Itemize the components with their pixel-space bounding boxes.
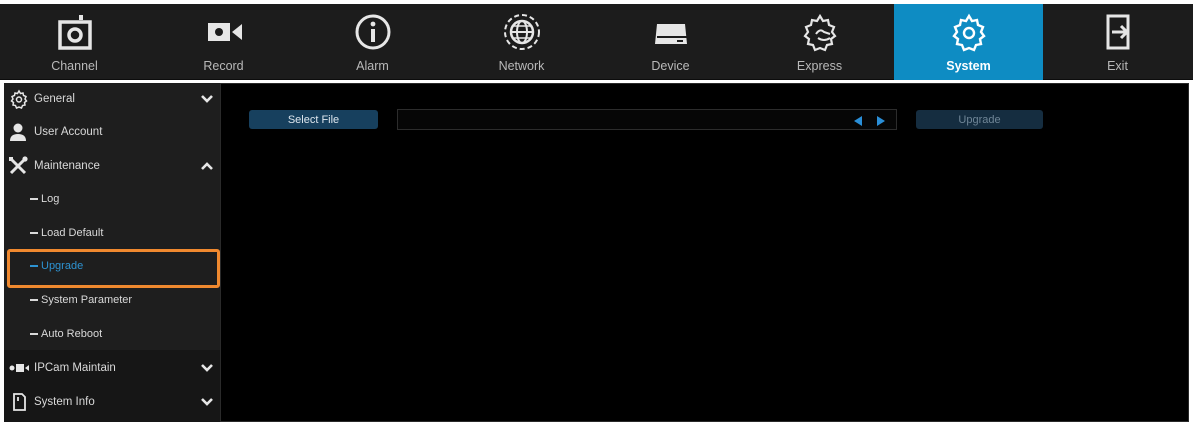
nav-alarm-label: Alarm (356, 59, 389, 73)
gear-hand-icon (796, 10, 844, 54)
sidebar-item-label: Maintenance (34, 160, 100, 172)
info-alarm-icon (349, 10, 397, 54)
sidebar-subitem-label: Upgrade (41, 260, 84, 272)
sidebar-item-maintenance[interactable]: Maintenance (4, 150, 220, 182)
dash-icon (30, 232, 38, 234)
gear-icon (945, 10, 993, 54)
document-icon (8, 392, 30, 412)
main-panel: Select File Upgrade (220, 83, 1189, 422)
gear-icon (8, 89, 30, 109)
chevron-up-icon (200, 159, 214, 173)
upgrade-button[interactable]: Upgrade (916, 110, 1043, 129)
nav-device-label: Device (651, 59, 690, 73)
hard-drive-icon (647, 10, 695, 54)
top-navigation: Channel Record Alarm Network Device Expr… (0, 4, 1193, 80)
sidebar-item-label: General (34, 93, 75, 105)
file-path-field[interactable] (397, 109, 897, 130)
sidebar-item-label: System Info (34, 396, 95, 408)
sidebar-subitem-log[interactable]: Log (4, 183, 220, 215)
sidebar-item-ipcam-maintain[interactable]: IPCam Maintain (4, 352, 220, 384)
user-icon (8, 122, 30, 142)
sidebar-subitem-label: Load Default (41, 227, 104, 239)
chevron-down-icon (200, 361, 214, 375)
sidebar-subitem-label: System Parameter (41, 294, 133, 306)
sidebar-subitem-system-parameter[interactable]: System Parameter (4, 284, 220, 316)
arrow-right-icon[interactable] (875, 114, 887, 126)
nav-express[interactable]: Express (745, 4, 894, 80)
camera-icon (51, 10, 99, 54)
sidebar-item-label: IPCam Maintain (34, 362, 116, 374)
sidebar-subitem-label: Auto Reboot (41, 328, 103, 340)
nav-channel[interactable]: Channel (0, 4, 149, 80)
sidebar-item-user-account[interactable]: User Account (4, 116, 220, 148)
tools-icon (8, 156, 30, 176)
sidebar-subitem-load-default[interactable]: Load Default (4, 217, 220, 249)
sidebar-item-system-info[interactable]: System Info (4, 386, 220, 418)
sidebar-item-label: User Account (34, 126, 103, 138)
dash-icon (30, 265, 38, 267)
nav-express-label: Express (796, 59, 843, 73)
dash-icon (30, 333, 38, 335)
nav-system[interactable]: System (894, 4, 1043, 80)
sidebar-subitem-upgrade[interactable]: Upgrade (4, 250, 220, 282)
sidebar-subitem-auto-reboot[interactable]: Auto Reboot (4, 318, 220, 350)
nav-network-label: Network (498, 59, 545, 73)
sidebar-subitem-label: Log (41, 193, 60, 205)
dash-icon (30, 198, 38, 200)
dash-icon (30, 299, 38, 301)
nav-record[interactable]: Record (149, 4, 298, 80)
globe-icon (498, 10, 546, 54)
nav-channel-label: Channel (51, 59, 98, 73)
nav-alarm[interactable]: Alarm (298, 4, 447, 80)
nav-system-label: System (946, 59, 991, 73)
nav-network[interactable]: Network (447, 4, 596, 80)
sidebar-item-general[interactable]: General (4, 83, 220, 115)
sidebar: General User Account Maintenance Log Loa… (4, 83, 220, 422)
nav-record-label: Record (203, 59, 244, 73)
ipcam-icon (8, 358, 30, 378)
sidebar-bottom-group: IPCam Maintain System Info (4, 350, 220, 422)
video-camera-icon (200, 10, 248, 54)
nav-exit[interactable]: Exit (1043, 4, 1192, 80)
chevron-down-icon (200, 395, 214, 409)
select-file-button[interactable]: Select File (249, 110, 378, 129)
chevron-down-icon (200, 92, 214, 106)
nav-device[interactable]: Device (596, 4, 745, 80)
nav-exit-label: Exit (1107, 59, 1128, 73)
exit-icon (1094, 10, 1142, 54)
arrow-left-icon[interactable] (852, 114, 864, 126)
